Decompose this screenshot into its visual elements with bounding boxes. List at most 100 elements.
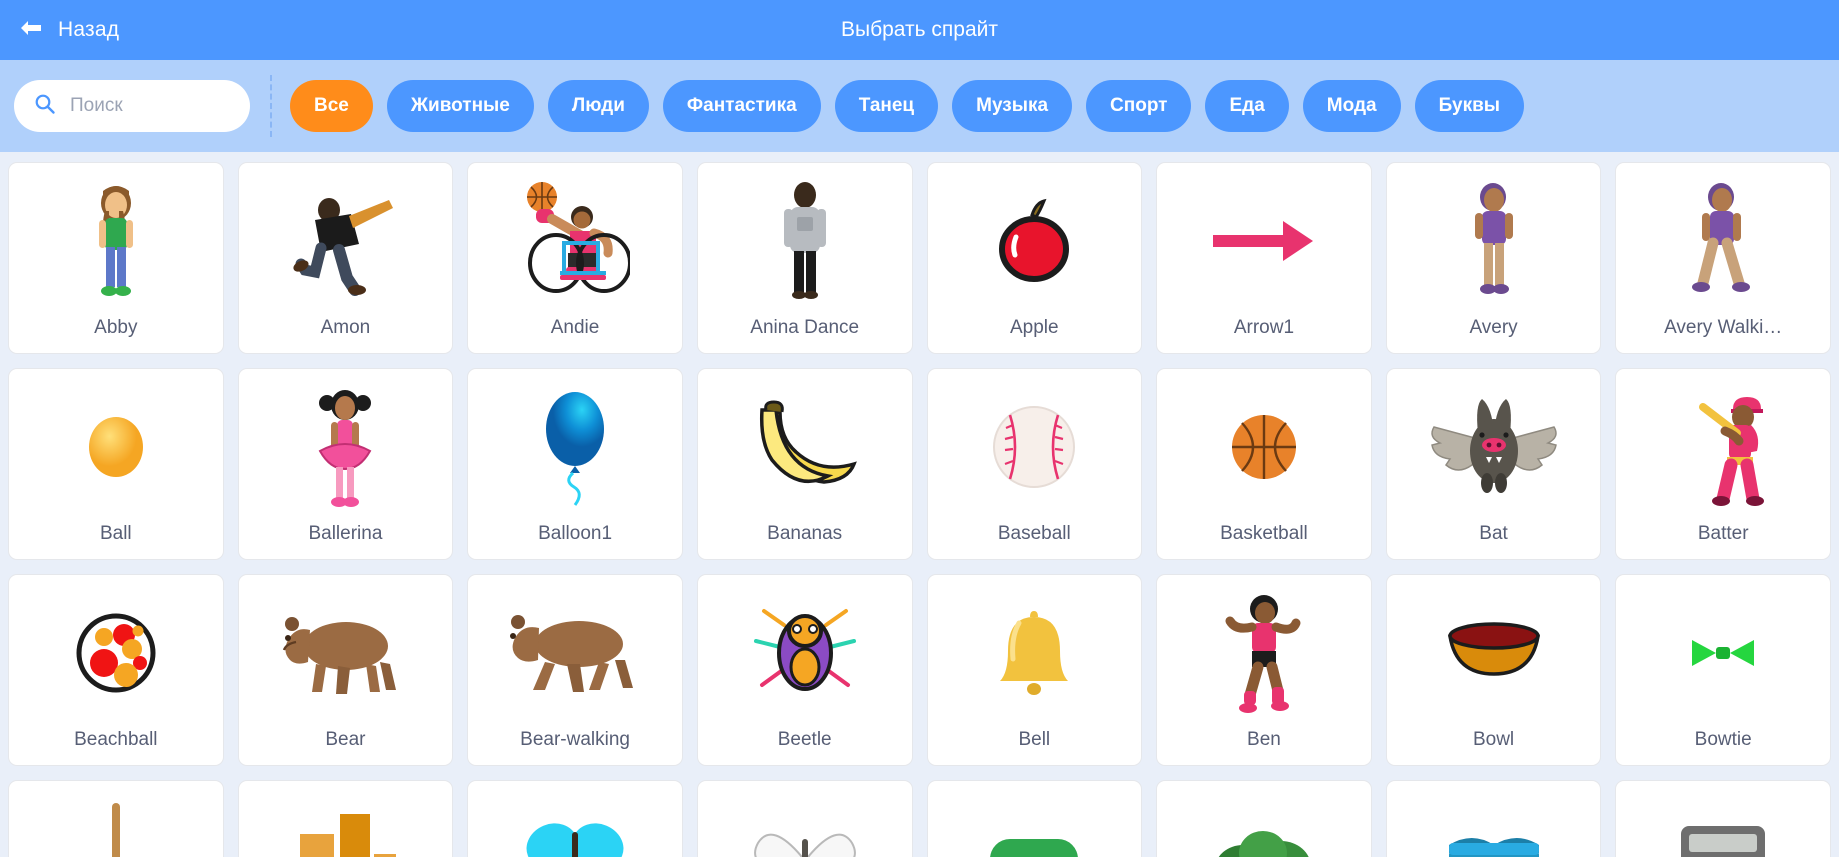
- sprite-card[interactable]: Ball: [8, 368, 224, 560]
- bear-icon: [239, 575, 453, 723]
- sprite-card-label: Arrow1: [1233, 317, 1295, 338]
- sprite-card-label: Amon: [320, 317, 371, 338]
- girl-purple-icon: [1387, 163, 1601, 311]
- sprite-card[interactable]: Ben: [1156, 574, 1372, 766]
- sprite-grid: Abby Amon Andie Anina Dance Apple Arrow1…: [8, 162, 1831, 857]
- sprite-card[interactable]: Amon: [237, 162, 454, 354]
- sprite-card-label: Bear-walking: [520, 729, 630, 750]
- dialog-header: Назад Выбрать спрайт: [0, 0, 1839, 60]
- wheelchair-basketball-icon: [468, 163, 682, 311]
- sprite-card[interactable]: Bell: [926, 574, 1143, 766]
- category-tag-2[interactable]: Люди: [547, 80, 649, 132]
- back-button[interactable]: Назад: [18, 18, 119, 43]
- sprite-card-label: Bell: [1018, 729, 1051, 750]
- filter-divider: [270, 75, 272, 137]
- sprite-card[interactable]: Broom: [8, 780, 224, 857]
- buildings-icon: [239, 781, 453, 857]
- cake-icon: [1387, 781, 1601, 857]
- sprite-card[interactable]: Bear-walking: [467, 574, 683, 766]
- butterfly-icon: [468, 781, 682, 857]
- butterfly2-icon: [698, 781, 912, 857]
- category-tag-0[interactable]: Все: [290, 80, 373, 132]
- sprite-card[interactable]: Bananas: [696, 368, 913, 560]
- sprite-card[interactable]: Anina Dance: [696, 162, 913, 354]
- sprite-card[interactable]: Butterfly 2: [696, 780, 913, 857]
- sprite-card[interactable]: Basketball: [1156, 368, 1372, 560]
- back-button-label: Назад: [58, 18, 120, 41]
- button-green-icon: [928, 781, 1142, 857]
- sprite-card[interactable]: Balloon1: [467, 368, 683, 560]
- bananas-icon: [698, 369, 912, 517]
- balloon-icon: [468, 369, 682, 517]
- category-tag-9[interactable]: Буквы: [1414, 80, 1524, 132]
- bush-icon: [1157, 781, 1371, 857]
- sprite-card-label: Avery: [1469, 317, 1518, 338]
- broom-icon: [9, 781, 223, 857]
- sprite-card[interactable]: Bush: [1156, 780, 1372, 857]
- sprite-card[interactable]: Buildings: [237, 780, 454, 857]
- search-icon: [34, 93, 56, 120]
- sprite-card[interactable]: Cake: [1385, 780, 1602, 857]
- sprite-card[interactable]: Abby: [8, 162, 224, 354]
- sprite-card-label: Bowl: [1472, 729, 1515, 750]
- apple-icon: [928, 163, 1142, 311]
- sprite-card[interactable]: Bear: [237, 574, 454, 766]
- sprite-card-label: Anina Dance: [750, 317, 860, 338]
- sprite-card-label: Basketball: [1220, 523, 1308, 544]
- sprite-card-label: Batter: [1697, 523, 1749, 544]
- sprite-card-label: Ballerina: [308, 523, 383, 544]
- sprite-card-label: Apple: [1010, 317, 1059, 338]
- sprite-card[interactable]: Beetle: [696, 574, 913, 766]
- ball-icon: [9, 369, 223, 517]
- man-dancing-icon: [239, 163, 453, 311]
- sprite-card-label: Abby: [94, 317, 138, 338]
- sprite-card-label: Bananas: [767, 523, 843, 544]
- search-input[interactable]: [70, 95, 236, 117]
- sprite-card[interactable]: Avery: [1385, 162, 1602, 354]
- category-tag-8[interactable]: Мода: [1302, 80, 1401, 132]
- sprite-card-label: Bat: [1479, 523, 1508, 544]
- sprite-card[interactable]: Bat: [1385, 368, 1602, 560]
- sprite-card[interactable]: Ballerina: [237, 368, 454, 560]
- sprite-card[interactable]: Button1: [926, 780, 1143, 857]
- beachball-icon: [9, 575, 223, 723]
- arrow-right-icon: [1157, 163, 1371, 311]
- sprite-card[interactable]: Andie: [467, 162, 683, 354]
- sprite-grid-scroll[interactable]: Abby Amon Andie Anina Dance Apple Arrow1…: [0, 152, 1839, 857]
- bowtie-icon: [1616, 575, 1830, 723]
- sprite-card[interactable]: Avery Walki…: [1615, 162, 1831, 354]
- category-tag-5[interactable]: Музыка: [952, 80, 1073, 132]
- batter-icon: [1616, 369, 1830, 517]
- category-tag-4[interactable]: Танец: [834, 80, 939, 132]
- category-tag-6[interactable]: Спорт: [1086, 80, 1192, 132]
- girl-walking-icon: [1616, 163, 1830, 311]
- sprite-card[interactable]: Bowtie: [1615, 574, 1831, 766]
- basketball-icon: [1157, 369, 1371, 517]
- person-hoodie-icon: [698, 163, 912, 311]
- sprite-card-label: Ben: [1247, 729, 1281, 750]
- sprite-card[interactable]: Batter: [1615, 368, 1831, 560]
- beetle-icon: [698, 575, 912, 723]
- ballerina-icon: [239, 369, 453, 517]
- bowl-icon: [1387, 575, 1601, 723]
- category-tag-3[interactable]: Фантастика: [662, 80, 821, 132]
- sprite-card[interactable]: Calculator: [1615, 780, 1831, 857]
- sprite-card[interactable]: Butterfly 1: [467, 780, 683, 857]
- sprite-card[interactable]: Arrow1: [1156, 162, 1372, 354]
- filter-bar: ВсеЖивотныеЛюдиФантастикаТанецМузыкаСпор…: [0, 60, 1839, 152]
- sprite-card[interactable]: Beachball: [8, 574, 224, 766]
- sprite-card[interactable]: Baseball: [926, 368, 1143, 560]
- baseball-icon: [928, 369, 1142, 517]
- category-tag-list: Все Животные Люди Фантастика Танец Музыка Спор…: [290, 80, 1825, 132]
- sprite-card[interactable]: Apple: [926, 162, 1143, 354]
- search-box[interactable]: [14, 80, 250, 132]
- bat-icon: [1387, 369, 1601, 517]
- sprite-card[interactable]: Bowl: [1385, 574, 1602, 766]
- sprite-card-label: Andie: [550, 317, 600, 338]
- sprite-card-label: Beachball: [74, 729, 158, 750]
- sprite-card-label: Baseball: [997, 523, 1071, 544]
- category-tag-1[interactable]: Животные: [386, 80, 534, 132]
- category-tag-7[interactable]: Еда: [1205, 80, 1289, 132]
- boy-soccer-icon: [1157, 575, 1371, 723]
- sprite-card-label: Balloon1: [538, 523, 613, 544]
